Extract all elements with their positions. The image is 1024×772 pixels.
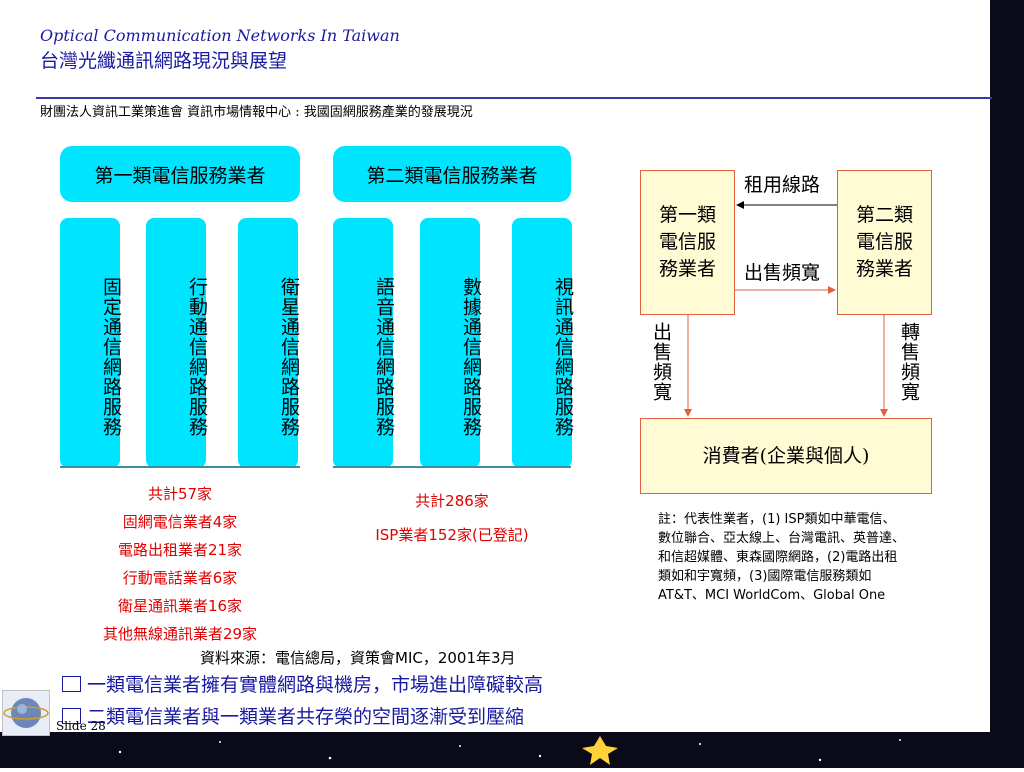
globe-logo-icon [1,689,51,737]
sell-label: 出售頻寬 [744,262,821,284]
left-down-label: 出售頻寬 [650,322,672,402]
bullet-item: 二類電信業者與一類業者共存榮的空間逐漸受到壓縮 [62,702,524,729]
slide-number: Slide 28 [56,719,106,733]
bullet-item: 一類電信業者擁有實體網路與機房，市場進出障礙較高 [62,670,543,697]
checkbox-icon [62,676,81,692]
note-text: 註：代表性業者，(1) ISP類如中華電信、數位聯合、亞太線上、台灣電訊、英普達… [658,512,906,603]
lease-label: 租用線路 [744,174,821,196]
data-source: 資料來源：電信總局，資策會MIC，2001年3月 [200,649,516,667]
right-down-label: 轉售頻寬 [898,322,920,402]
